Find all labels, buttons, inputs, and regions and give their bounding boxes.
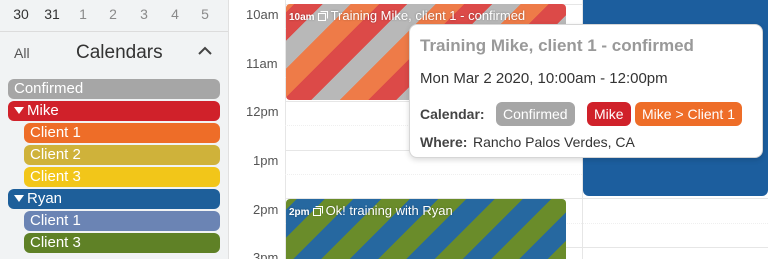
event-details-popover: Training Mike, client 1 - confirmed Mon …	[409, 24, 763, 158]
caret-down-icon[interactable]	[14, 106, 24, 114]
calendar-chip-confirmed[interactable]: Confirmed	[496, 102, 575, 126]
popover-title: Training Mike, client 1 - confirmed	[420, 36, 694, 55]
popover-where-label: Where:	[420, 134, 468, 150]
calendar-item[interactable]: Client 1	[24, 123, 220, 143]
calendar-item-label: Client 2	[30, 146, 81, 163]
calendar-item-label: Confirmed	[14, 80, 84, 97]
calendar-item-label: Client 1	[30, 124, 81, 141]
hour-label: 2pm	[253, 202, 279, 217]
calendar-item[interactable]: Client 1	[24, 211, 220, 231]
calendar-item[interactable]: Client 2	[24, 145, 220, 165]
mini-date[interactable]: 2	[100, 6, 126, 22]
chevron-up-icon[interactable]	[196, 44, 214, 58]
calendars-heading: Calendars	[76, 42, 163, 63]
popover-date: Mon Mar 2 2020, 10:00am - 12:00pm	[420, 70, 668, 87]
mini-date[interactable]: 1	[70, 6, 96, 22]
calendar-item[interactable]: Mike	[8, 101, 220, 121]
calendar-item-label: Ryan	[27, 190, 63, 207]
calendar-chip-mike-client-1[interactable]: Mike > Client 1	[635, 102, 742, 126]
calendar-item-label: Client 3	[30, 234, 81, 251]
popover-calendar-label: Calendar:	[420, 106, 485, 122]
event-title: Ok! training with Ryan	[325, 203, 453, 218]
sidebar-divider	[0, 31, 228, 32]
calendar-sidebar: 30 31 1 2 3 4 5 All Calendars Confirmed M…	[0, 0, 228, 259]
hour-label: 12pm	[246, 104, 279, 119]
popover-location: Rancho Palos Verdes, CA	[473, 134, 635, 150]
event-title: Training Mike, client 1 - confirmed	[330, 8, 526, 23]
mini-date[interactable]: 31	[39, 6, 65, 22]
event-time: 10am	[289, 12, 315, 23]
calendar-event-ok-training[interactable]: 2pm Ok! training with Ryan	[286, 199, 566, 259]
mini-date[interactable]: 4	[162, 6, 188, 22]
calendar-item-label: Mike	[27, 102, 59, 119]
mini-date[interactable]: 3	[131, 6, 157, 22]
calendar-item-label: Client 1	[30, 212, 81, 229]
mini-date[interactable]: 5	[192, 6, 218, 22]
hour-label: 3pm	[253, 250, 279, 259]
hour-label: 1pm	[253, 153, 279, 168]
copy-icon	[317, 11, 328, 21]
calendar-item[interactable]: Client 3	[24, 233, 220, 253]
all-calendars-link[interactable]: All	[14, 45, 30, 61]
copy-icon	[312, 206, 323, 216]
calendar-chip-mike[interactable]: Mike	[587, 102, 631, 126]
mini-date[interactable]: 30	[8, 6, 34, 22]
calendar-item-label: Client 3	[30, 168, 81, 185]
calendar-item[interactable]: Confirmed	[8, 79, 220, 99]
hour-label: 10am	[246, 7, 279, 22]
hour-label: 11am	[246, 56, 278, 71]
caret-down-icon[interactable]	[14, 194, 24, 202]
event-time: 2pm	[289, 207, 310, 218]
mini-calendar-dates: 30 31 1 2 3 4 5	[0, 6, 228, 26]
calendar-item[interactable]: Ryan	[8, 189, 220, 209]
calendar-item[interactable]: Client 3	[24, 167, 220, 187]
